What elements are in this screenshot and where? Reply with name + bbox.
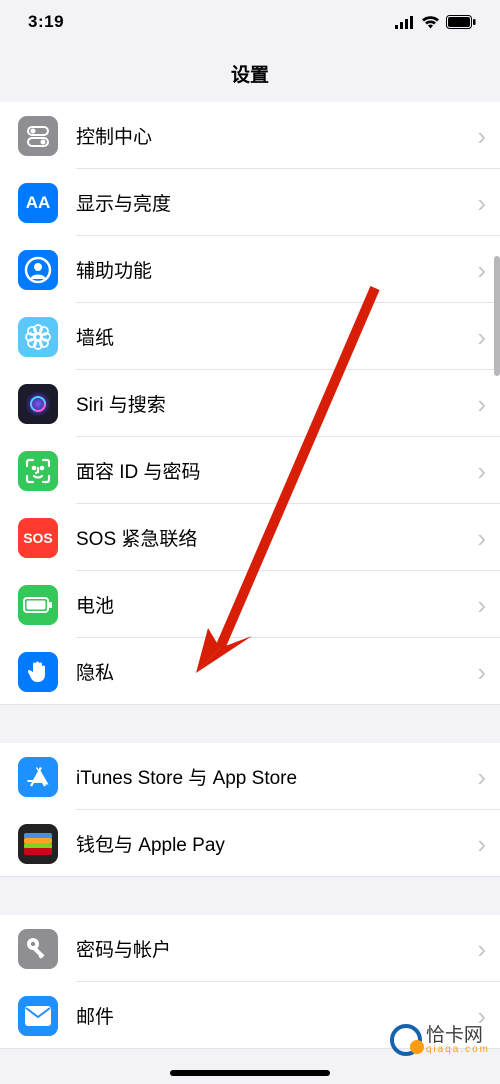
chevron-right-icon: ›	[477, 936, 486, 962]
row-label: 辅助功能	[76, 256, 477, 283]
chevron-right-icon: ›	[477, 391, 486, 417]
battery-icon	[18, 585, 58, 625]
settings-row-wallet[interactable]: 钱包与 Apple Pay›	[0, 810, 500, 877]
status-icons	[395, 15, 476, 29]
row-label: 显示与亮度	[76, 189, 477, 216]
cellular-icon	[395, 16, 415, 29]
settings-row-battery[interactable]: 电池›	[0, 571, 500, 638]
chevron-right-icon: ›	[477, 592, 486, 618]
chevron-right-icon: ›	[477, 190, 486, 216]
control-center-icon	[18, 116, 58, 156]
display-icon: AA	[18, 183, 58, 223]
battery-icon	[446, 15, 476, 29]
settings-row-siri[interactable]: Siri 与搜索›	[0, 370, 500, 437]
accessibility-icon	[18, 250, 58, 290]
privacy-icon	[18, 652, 58, 692]
chevron-right-icon: ›	[477, 458, 486, 484]
watermark-url: qiaqa.com	[426, 1045, 490, 1055]
chevron-right-icon: ›	[477, 659, 486, 685]
home-indicator	[170, 1070, 330, 1076]
siri-icon	[18, 384, 58, 424]
row-label: SOS 紧急联络	[76, 524, 477, 551]
row-label: 密码与帐户	[76, 935, 477, 962]
settings-row-wallpaper[interactable]: 墙纸›	[0, 303, 500, 370]
settings-row-display[interactable]: AA 显示与亮度›	[0, 169, 500, 236]
row-label: iTunes Store 与 App Store	[76, 763, 477, 790]
watermark: 恰卡网 qiaqa.com	[390, 1024, 490, 1056]
header: 设置	[0, 44, 500, 102]
watermark-text: 恰卡网	[426, 1026, 490, 1045]
row-label: Siri 与搜索	[76, 390, 477, 417]
wifi-icon	[421, 15, 440, 29]
settings-row-accessibility[interactable]: 辅助功能›	[0, 236, 500, 303]
chevron-right-icon: ›	[477, 525, 486, 551]
row-label: 隐私	[76, 658, 477, 685]
settings-row-itunes[interactable]: iTunes Store 与 App Store›	[0, 743, 500, 810]
settings-row-privacy[interactable]: 隐私›	[0, 638, 500, 705]
chevron-right-icon: ›	[477, 123, 486, 149]
sos-icon: SOS	[18, 518, 58, 558]
itunes-icon	[18, 757, 58, 797]
mail-icon	[18, 996, 58, 1036]
chevron-right-icon: ›	[477, 764, 486, 790]
row-label: 控制中心	[76, 122, 477, 149]
settings-row-control-center[interactable]: 控制中心›	[0, 102, 500, 169]
settings-row-faceid[interactable]: 面容 ID 与密码›	[0, 437, 500, 504]
page-title: 设置	[231, 60, 269, 87]
status-time: 3:19	[28, 12, 64, 32]
row-label: 电池	[76, 591, 477, 618]
wallpaper-icon	[18, 317, 58, 357]
settings-row-sos[interactable]: SOS SOS 紧急联络›	[0, 504, 500, 571]
passwords-icon	[18, 929, 58, 969]
settings-content: 控制中心›AA显示与亮度›辅助功能›墙纸›Siri 与搜索›面容 ID 与密码›…	[0, 102, 500, 1049]
chevron-right-icon: ›	[477, 257, 486, 283]
chevron-right-icon: ›	[477, 324, 486, 350]
chevron-right-icon: ›	[477, 831, 486, 857]
row-label: 面容 ID 与密码	[76, 457, 477, 484]
row-label: 钱包与 Apple Pay	[76, 830, 477, 857]
row-label: 墙纸	[76, 323, 477, 350]
faceid-icon	[18, 451, 58, 491]
scroll-indicator	[494, 256, 500, 376]
status-bar: 3:19	[0, 0, 500, 44]
wallet-icon	[18, 824, 58, 864]
watermark-logo-icon	[390, 1024, 422, 1056]
settings-row-passwords[interactable]: 密码与帐户›	[0, 915, 500, 982]
